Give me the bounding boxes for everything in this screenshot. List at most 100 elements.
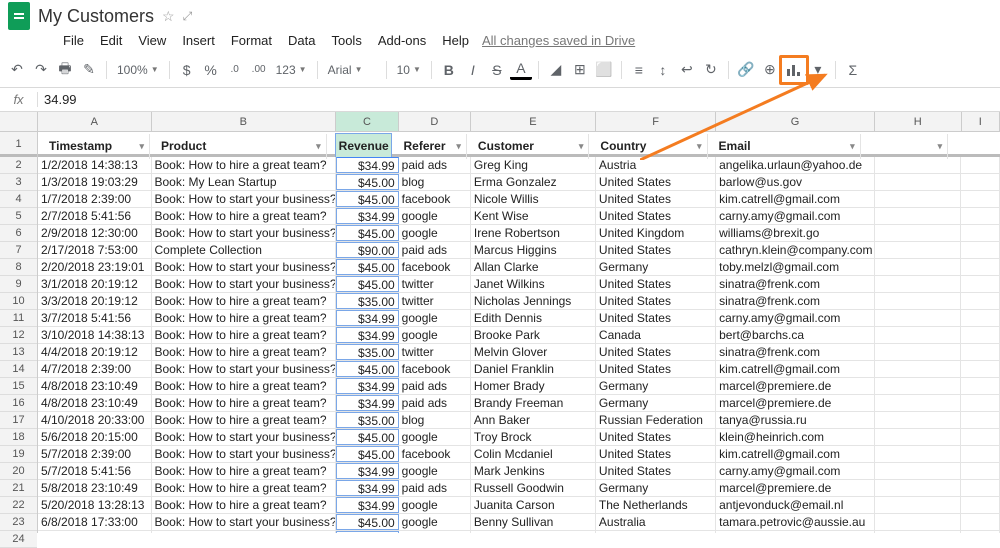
cell-country[interactable]: Germany	[596, 395, 716, 411]
cell-referer[interactable]: paid ads	[399, 157, 471, 173]
menu-view[interactable]: View	[131, 29, 173, 52]
cell-revenue[interactable]: $45.00	[336, 276, 399, 292]
cell-empty[interactable]	[875, 395, 962, 411]
save-status[interactable]: All changes saved in Drive	[482, 33, 635, 48]
italic-button[interactable]: I	[462, 58, 484, 82]
cell-empty[interactable]	[875, 293, 962, 309]
cell-country[interactable]: United States	[596, 191, 716, 207]
filter-icon[interactable]: ▾	[938, 134, 943, 159]
menu-help[interactable]: Help	[435, 29, 476, 52]
cell-referer[interactable]: facebook	[399, 446, 471, 462]
cell-referer[interactable]: twitter	[399, 293, 471, 309]
rotate-button[interactable]: ↻	[700, 58, 722, 82]
cell-revenue[interactable]: $34.99	[336, 208, 399, 224]
cell-revenue[interactable]: $45.00	[336, 429, 399, 445]
cell-empty[interactable]	[961, 174, 1000, 190]
cell-empty[interactable]	[875, 361, 962, 377]
row-header[interactable]: 12	[0, 327, 37, 344]
cell-empty[interactable]	[961, 208, 1000, 224]
cell-country[interactable]: Canada	[596, 327, 716, 343]
cell-timestamp[interactable]: 3/7/2018 5:41:56	[38, 310, 152, 326]
row-header[interactable]: 1	[0, 132, 37, 157]
cell-empty[interactable]	[875, 276, 962, 292]
cell-empty[interactable]	[875, 242, 962, 258]
cell-country[interactable]: United States	[596, 276, 716, 292]
cell-product[interactable]: Book: How to hire a great team?	[152, 412, 336, 428]
cell-product[interactable]: Book: How to start your business?	[152, 191, 336, 207]
cell-empty[interactable]	[875, 514, 962, 530]
more-formats-button[interactable]: 123▼	[272, 61, 311, 79]
cell-customer[interactable]: Erma Gonzalez	[471, 174, 596, 190]
cell-empty[interactable]	[961, 157, 1000, 173]
cell-revenue[interactable]: $45.00	[336, 259, 399, 275]
cell-empty[interactable]	[961, 395, 1000, 411]
row-header[interactable]: 3	[0, 174, 37, 191]
filter-icon[interactable]: ▾	[456, 134, 461, 159]
undo-button[interactable]: ↶	[6, 58, 28, 82]
cell-empty[interactable]	[961, 446, 1000, 462]
cell-country[interactable]: United States	[596, 344, 716, 360]
cell-timestamp[interactable]: 2/7/2018 5:41:56	[38, 208, 152, 224]
cell-referer[interactable]: google	[399, 327, 471, 343]
cell-email[interactable]: kim.catrell@gmail.com	[716, 191, 875, 207]
row-header[interactable]: 18	[0, 429, 37, 446]
cell-product[interactable]: Book: How to start your business?	[152, 259, 336, 275]
cell-customer[interactable]: Daniel Franklin	[471, 361, 596, 377]
cell-revenue[interactable]: $34.99	[336, 497, 399, 513]
cell-email[interactable]: angelika.urlaun@yahoo.de	[716, 157, 875, 173]
menu-addons[interactable]: Add-ons	[371, 29, 433, 52]
cell-referer[interactable]: blog	[399, 412, 471, 428]
menu-format[interactable]: Format	[224, 29, 279, 52]
cell-timestamp[interactable]: 5/7/2018 5:41:56	[38, 463, 152, 479]
cell-timestamp[interactable]: 5/20/2018 13:28:13	[38, 497, 152, 513]
cell-timestamp[interactable]: 2/20/2018 23:19:01	[38, 259, 152, 275]
cell-timestamp[interactable]: 4/7/2018 2:39:00	[38, 361, 152, 377]
cell-product[interactable]: Book: How to hire a great team?	[152, 157, 336, 173]
percent-button[interactable]: %	[200, 58, 222, 82]
cell-revenue[interactable]: $35.00	[336, 412, 399, 428]
cell-customer[interactable]: Brooke Park	[471, 327, 596, 343]
cell-email[interactable]: marcel@premiere.de	[716, 480, 875, 496]
row-header[interactable]: 8	[0, 259, 37, 276]
row-header[interactable]: 15	[0, 378, 37, 395]
cell-empty[interactable]	[961, 497, 1000, 513]
cell-empty[interactable]	[875, 497, 962, 513]
menu-tools[interactable]: Tools	[324, 29, 368, 52]
row-header[interactable]: 4	[0, 191, 37, 208]
cell-country[interactable]: United States	[596, 361, 716, 377]
cell-empty[interactable]	[961, 242, 1000, 258]
cell-revenue[interactable]: $34.99	[336, 395, 399, 411]
cell-customer[interactable]: Janet Wilkins	[471, 276, 596, 292]
cell-country[interactable]: United States	[596, 310, 716, 326]
cell-referer[interactable]: google	[399, 310, 471, 326]
cell-country[interactable]: United States	[596, 293, 716, 309]
cell-product[interactable]: Book: How to hire a great team?	[152, 463, 336, 479]
cell-empty[interactable]	[875, 446, 962, 462]
cell-country[interactable]: United States	[596, 174, 716, 190]
cell-referer[interactable]: facebook	[399, 259, 471, 275]
font-selector[interactable]: Arial▼	[324, 61, 380, 79]
cell-empty[interactable]	[875, 344, 962, 360]
row-header[interactable]: 21	[0, 480, 37, 497]
cell-empty[interactable]	[875, 378, 962, 394]
cell-timestamp[interactable]: 4/8/2018 23:10:49	[38, 378, 152, 394]
cell-customer[interactable]: Irene Robertson	[471, 225, 596, 241]
cell-email[interactable]: klein@heinrich.com	[716, 429, 875, 445]
filter-icon[interactable]: ▾	[697, 134, 702, 159]
cell-country[interactable]: The Netherlands	[596, 497, 716, 513]
decrease-decimal-button[interactable]: .0	[224, 58, 246, 82]
cell-customer[interactable]: Russell Goodwin	[471, 480, 596, 496]
cell-country[interactable]: Russian Federation	[596, 412, 716, 428]
cell-customer[interactable]: Edith Dennis	[471, 310, 596, 326]
cell-product[interactable]: Book: How to hire a great team?	[152, 327, 336, 343]
cell-timestamp[interactable]: 3/10/2018 14:38:13	[38, 327, 152, 343]
col-header-a[interactable]: A	[38, 112, 152, 131]
row-header[interactable]: 2	[0, 157, 37, 174]
filter-icon[interactable]: ▾	[139, 134, 144, 159]
cell-product[interactable]: Book: How to hire a great team?	[152, 208, 336, 224]
cell-revenue[interactable]: $34.99	[336, 480, 399, 496]
link-button[interactable]: 🔗	[735, 58, 757, 82]
cell-email[interactable]: williams@brexit.go	[716, 225, 875, 241]
cell-country[interactable]: United States	[596, 463, 716, 479]
cell-referer[interactable]: paid ads	[399, 242, 471, 258]
